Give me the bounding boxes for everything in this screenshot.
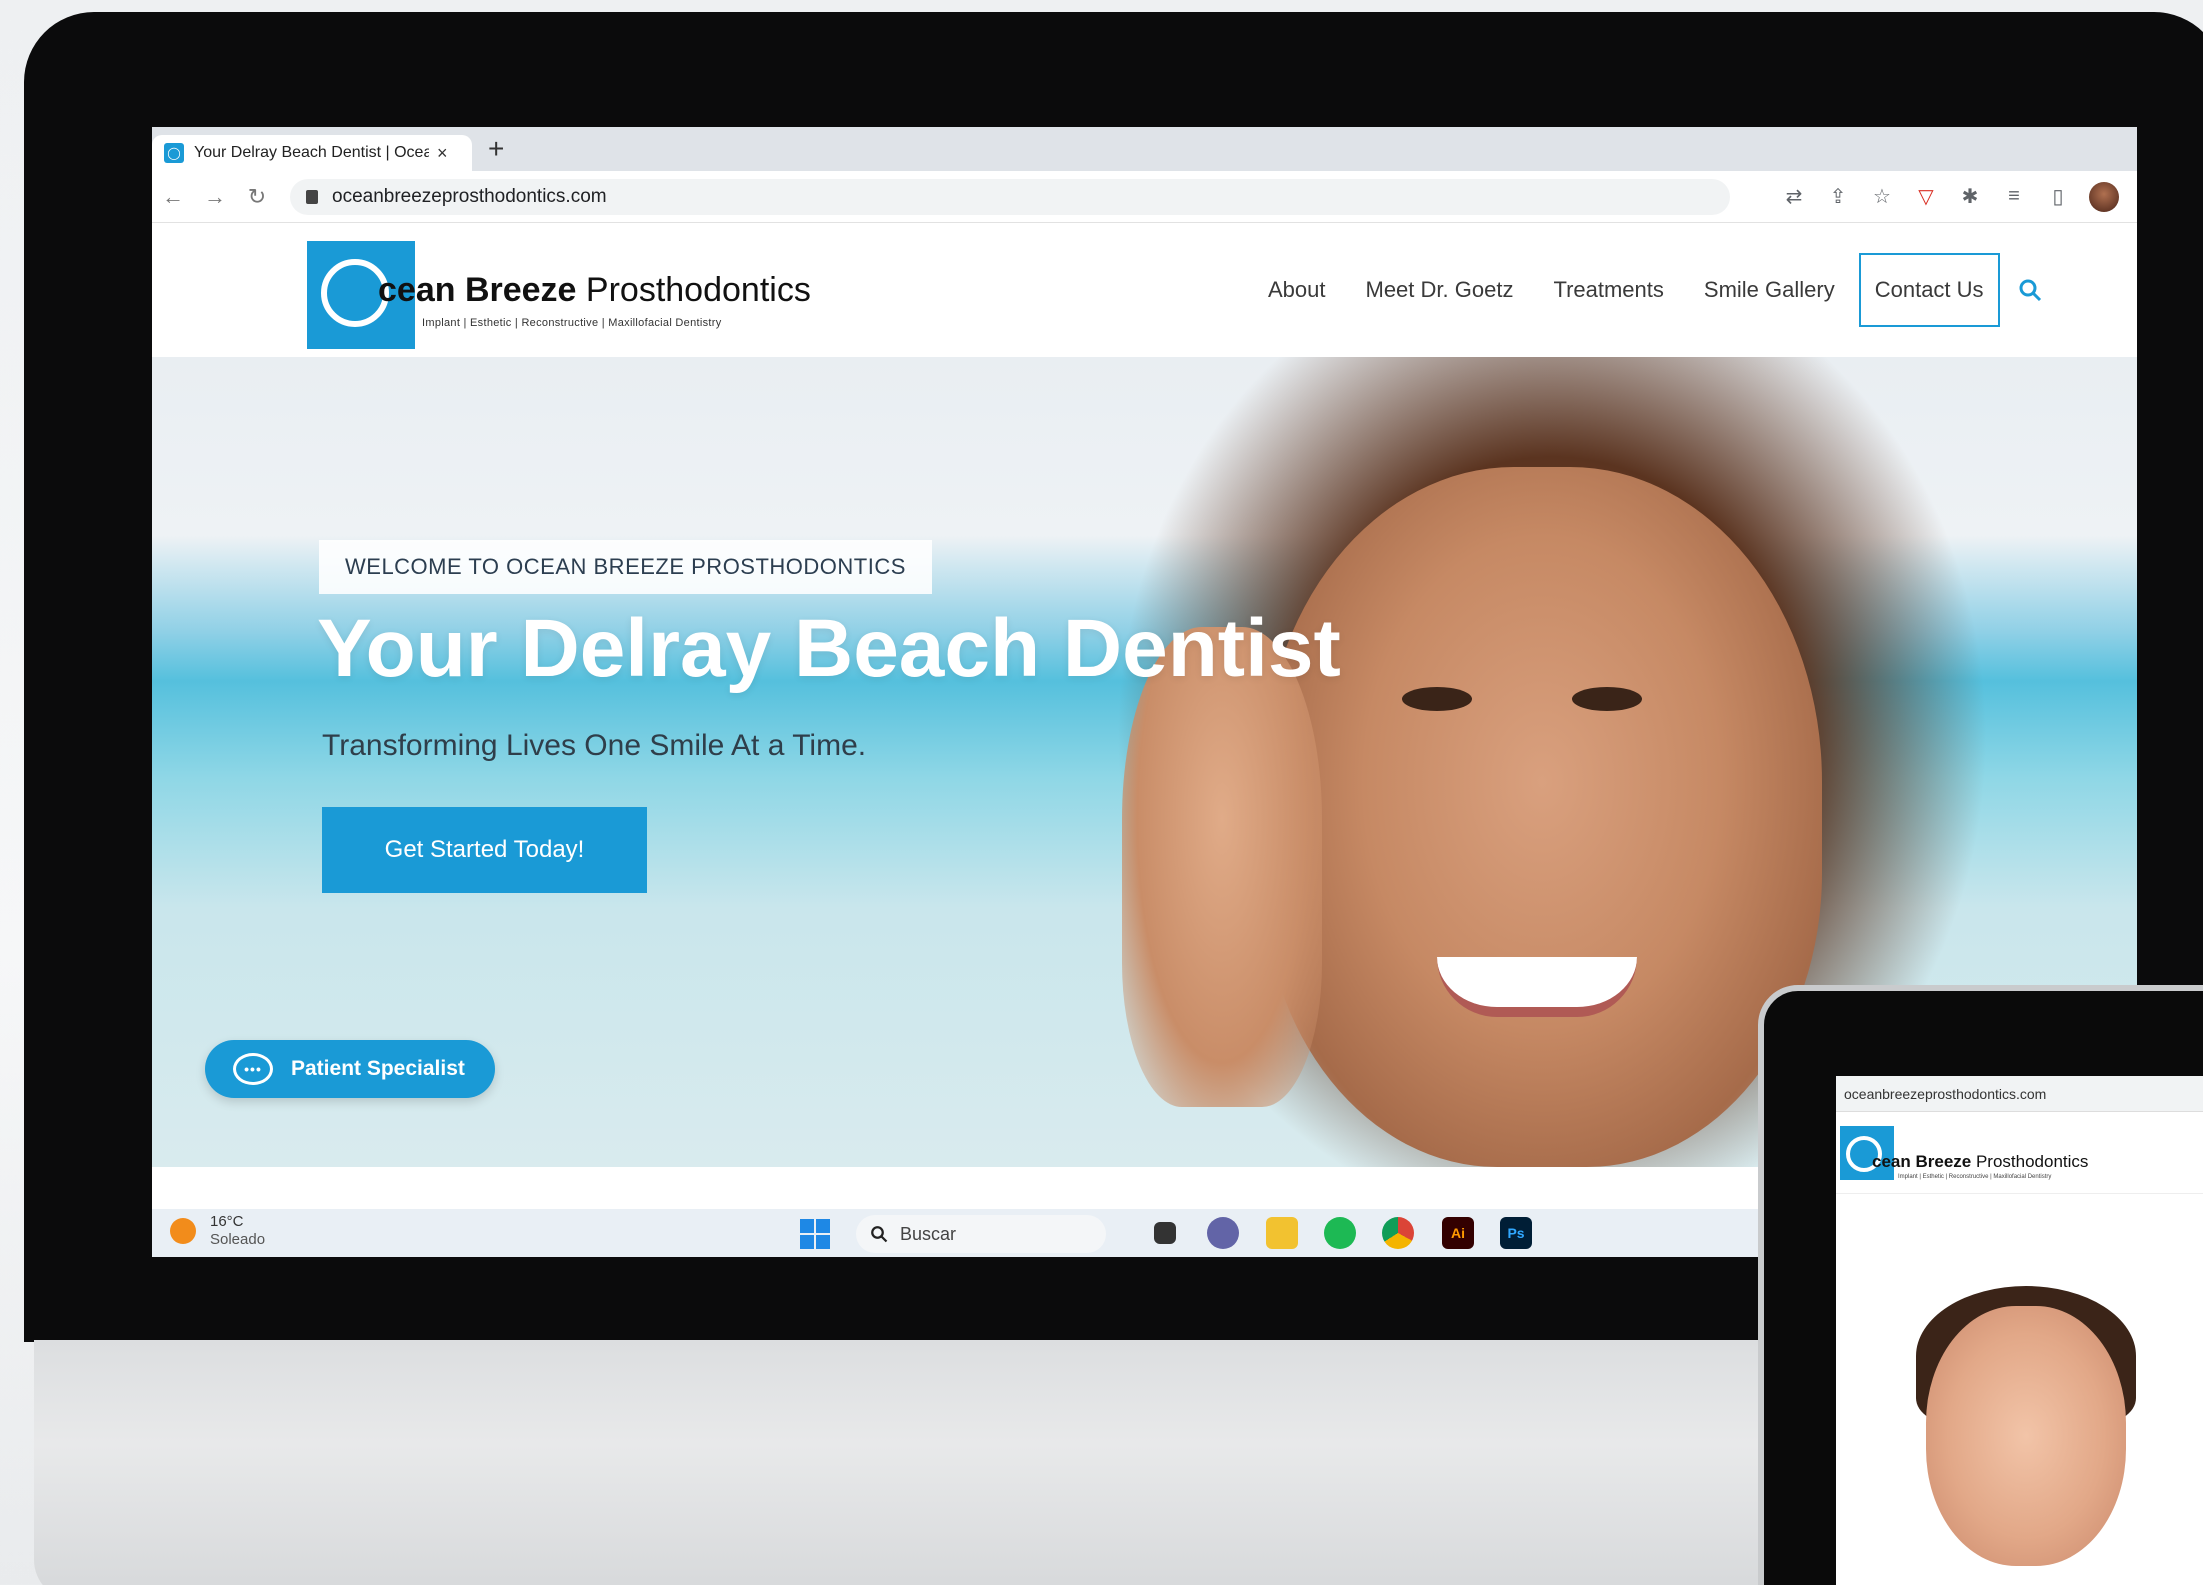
taskbar-search-icon xyxy=(871,1226,888,1243)
taskbar-search-placeholder: Buscar xyxy=(900,1223,957,1244)
hero-title: Your Delray Beach Dentist xyxy=(317,603,1341,694)
teams-app-icon[interactable] xyxy=(1207,1217,1239,1249)
hero-eye-right xyxy=(1572,687,1642,711)
reload-button[interactable]: ↻ xyxy=(236,184,278,210)
extension-icons: ⇄ ⇪ ☆ ▽ ✱ ≡ ▯ xyxy=(1781,181,2137,212)
tablet-logo-text-regular: Prosthodontics xyxy=(1971,1152,2089,1171)
profile-avatar[interactable] xyxy=(2089,181,2119,212)
photoshop-app-icon[interactable]: Ps xyxy=(1500,1217,1532,1249)
nav-about[interactable]: About xyxy=(1252,257,1342,323)
tablet-screen: oceanbreezeprosthodontics.com cean Breez… xyxy=(1836,1076,2203,1585)
get-started-button[interactable]: Get Started Today! xyxy=(322,807,647,893)
illustrator-app-icon[interactable]: Ai xyxy=(1442,1217,1474,1249)
new-tab-button[interactable]: + xyxy=(488,133,504,165)
nav-treatments[interactable]: Treatments xyxy=(1537,257,1679,323)
site-header: cean Breeze Prosthodontics Implant | Est… xyxy=(152,223,2137,357)
pocket-icon[interactable]: ▽ xyxy=(1913,184,1939,209)
search-icon[interactable] xyxy=(2018,278,2042,302)
files-app-icon[interactable] xyxy=(1154,1222,1176,1244)
logo-tagline: Implant | Esthetic | Reconstructive | Ma… xyxy=(422,317,722,329)
chrome-app-icon[interactable] xyxy=(1382,1217,1414,1249)
tablet-site-header: cean Breeze Prosthodontics Implant | Est… xyxy=(1836,1112,2203,1194)
logo-text[interactable]: cean Breeze Prosthodontics xyxy=(378,271,811,310)
forward-button[interactable]: → xyxy=(194,184,236,210)
puzzle-icon[interactable]: ✱ xyxy=(1957,184,1983,209)
lock-icon[interactable] xyxy=(306,189,318,204)
main-nav: About Meet Dr. Goetz Treatments Smile Ga… xyxy=(1252,253,2042,327)
close-tab-icon[interactable]: × xyxy=(437,143,448,164)
tablet-woman-photo xyxy=(1926,1306,2126,1566)
translate-icon[interactable]: ⇄ xyxy=(1781,184,1807,209)
nav-meet-dr-goetz[interactable]: Meet Dr. Goetz xyxy=(1350,257,1530,323)
browser-tab[interactable]: ◯ Your Delray Beach Dentist | Ocea × xyxy=(152,135,472,171)
back-button[interactable]: ← xyxy=(152,184,194,210)
browser-toolbar: ← → ↻ oceanbreezeprosthodontics.com ⇄ ⇪ … xyxy=(152,171,2137,223)
tablet-logo-text[interactable]: cean Breeze Prosthodontics xyxy=(1872,1152,2088,1172)
tablet-device: oceanbreezeprosthodontics.com cean Breez… xyxy=(1758,985,2203,1585)
logo-text-regular: Prosthodontics xyxy=(576,271,811,309)
hero-hand xyxy=(1122,627,1322,1107)
weather-temp: 16°C xyxy=(210,1213,244,1230)
hero-smile xyxy=(1437,957,1637,1017)
tab-title: Your Delray Beach Dentist | Ocea xyxy=(194,144,429,161)
windows-start-icon[interactable] xyxy=(800,1219,830,1249)
nav-contact-us[interactable]: Contact Us xyxy=(1858,253,2000,327)
browser-tabstrip: ◯ Your Delray Beach Dentist | Ocea × + xyxy=(152,127,2137,171)
logo-text-bold: cean Breeze xyxy=(378,271,577,309)
taskbar-search[interactable]: Buscar xyxy=(856,1215,1106,1253)
url-text[interactable]: oceanbreezeprosthodontics.com xyxy=(332,186,607,208)
side-panel-icon[interactable]: ▯ xyxy=(2045,184,2071,209)
sun-icon xyxy=(170,1218,196,1244)
hero-woman-photo xyxy=(1262,467,1822,1167)
site-favicon-icon: ◯ xyxy=(164,143,184,163)
address-bar[interactable]: oceanbreezeprosthodontics.com xyxy=(290,178,1730,215)
share-icon[interactable]: ⇪ xyxy=(1825,184,1851,209)
patient-specialist-label: Patient Specialist xyxy=(291,1057,465,1080)
weather-desc: Soleado xyxy=(210,1231,266,1248)
patient-specialist-chat-button[interactable]: ••• Patient Specialist xyxy=(205,1040,495,1098)
weather-widget[interactable]: 16°C Soleado xyxy=(170,1213,265,1249)
tablet-logo-text-bold: cean Breeze xyxy=(1872,1152,1972,1171)
tablet-logo-tagline: Implant | Esthetic | Reconstructive | Ma… xyxy=(1898,1174,2052,1180)
welcome-badge: WELCOME TO OCEAN BREEZE PROSTHODONTICS xyxy=(319,540,932,594)
spotify-app-icon[interactable] xyxy=(1324,1217,1356,1249)
reading-list-icon[interactable]: ≡ xyxy=(2001,185,2027,208)
chat-bubble-icon: ••• xyxy=(233,1053,273,1085)
hero-eye-left xyxy=(1402,687,1472,711)
tablet-url-bar[interactable]: oceanbreezeprosthodontics.com xyxy=(1836,1076,2203,1112)
hero-subtitle: Transforming Lives One Smile At a Time. xyxy=(322,729,867,762)
nav-smile-gallery[interactable]: Smile Gallery xyxy=(1688,257,1851,323)
explorer-app-icon[interactable] xyxy=(1266,1217,1298,1249)
star-icon[interactable]: ☆ xyxy=(1869,184,1895,209)
